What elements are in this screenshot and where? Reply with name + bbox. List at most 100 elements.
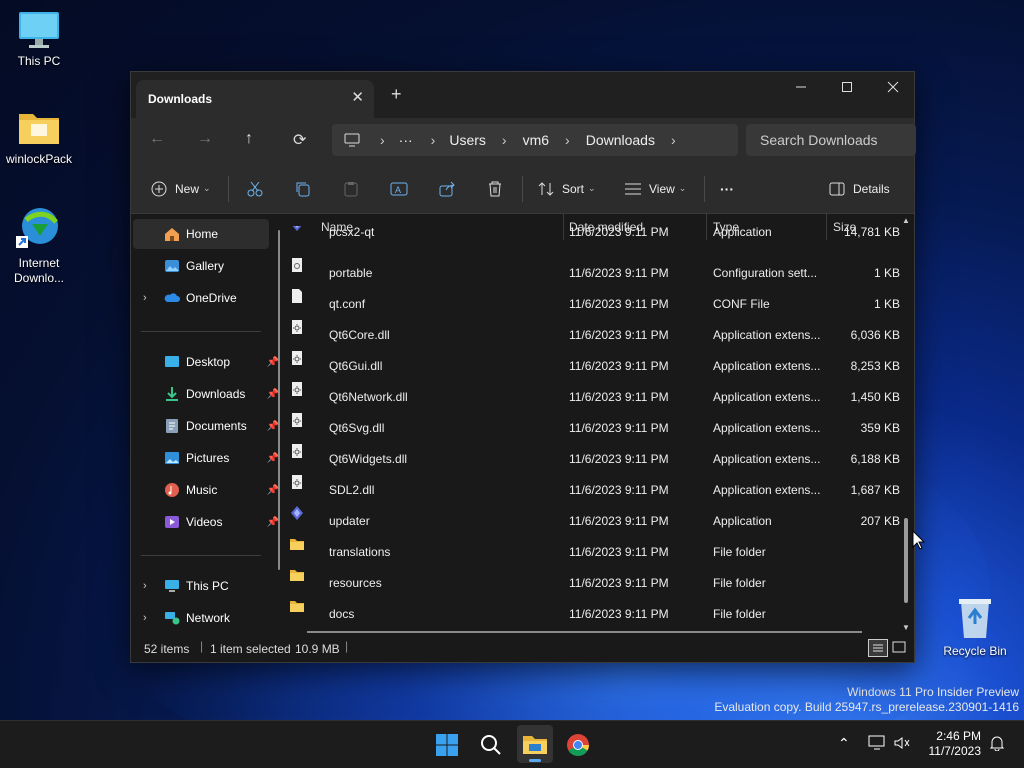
file-type: Application extens...: [713, 452, 821, 466]
paste-button[interactable]: [343, 181, 359, 197]
breadcrumb-users[interactable]: Users: [449, 132, 486, 148]
up-button[interactable]: ↑: [245, 130, 253, 148]
file-name: Qt6Gui.dll: [329, 359, 383, 373]
forward-button[interactable]: →: [197, 130, 213, 148]
file-row[interactable]: Qt6Gui.dll 11/6/2023 9:11 PM Application e…: [289, 350, 902, 381]
file-type: Application extens...: [713, 359, 821, 373]
vertical-scrollbar[interactable]: ▲ ▼: [902, 216, 910, 632]
breadcrumb-downloads[interactable]: Downloads: [586, 132, 655, 148]
file-row[interactable]: Qt6Network.dll 11/6/2023 9:11 PM Applicati…: [289, 381, 902, 412]
sidebar-item-network[interactable]: › Network: [133, 603, 269, 633]
cloud-icon: [164, 293, 180, 302]
show-hidden-icons-button[interactable]: ⌃: [838, 735, 850, 752]
details-view-button[interactable]: [868, 639, 888, 657]
breadcrumb-vm6[interactable]: vm6: [523, 132, 549, 148]
file-size: 1 KB: [873, 297, 900, 311]
volume-icon[interactable]: [893, 735, 911, 754]
file-size: 1,450 KB: [850, 390, 900, 404]
scrollbar-thumb[interactable]: [904, 518, 908, 603]
address-bar[interactable]: › ··· › Users › vm6 › Downloads ›: [332, 124, 738, 156]
desktop-icon: [165, 356, 179, 367]
copy-button[interactable]: [295, 181, 311, 197]
file-row[interactable]: docs 11/6/2023 9:11 PM File folder: [289, 598, 902, 629]
clock[interactable]: 2:46 PM 11/7/2023: [925, 729, 982, 759]
desktop-icon-internet-download[interactable]: Internet Downlo...: [0, 202, 79, 286]
file-row[interactable]: translations 11/6/2023 9:11 PM File folder: [289, 536, 902, 567]
sidebar-item-gallery[interactable]: Gallery: [133, 251, 269, 281]
sidebar-item-this-pc[interactable]: › This PC: [133, 571, 269, 601]
file-row[interactable]: SDL2.dll 11/6/2023 9:11 PM Application ext…: [289, 474, 902, 505]
desktop-icon-winlockpack[interactable]: winlockPack: [0, 108, 79, 167]
minimize-button[interactable]: [778, 72, 824, 102]
view-button[interactable]: View ⌄: [625, 182, 686, 196]
sidebar-item-onedrive[interactable]: › OneDrive: [133, 283, 269, 313]
divider: [141, 555, 261, 556]
sort-button[interactable]: Sort ⌄: [538, 181, 596, 197]
plus-circle-icon: [151, 181, 167, 196]
tiles-view-button[interactable]: [891, 639, 909, 657]
sidebar-item-documents[interactable]: Documents 📌: [133, 411, 279, 441]
file-type: Application: [713, 225, 772, 239]
file-row[interactable]: Qt6Svg.dll 11/6/2023 9:11 PM Application e…: [289, 412, 902, 443]
file-size: 6,036 KB: [850, 328, 900, 342]
chevron-right-icon[interactable]: ›: [143, 292, 147, 304]
desktop-icon-recycle-bin[interactable]: Recycle Bin: [935, 596, 1015, 659]
scroll-down-icon[interactable]: ▼: [902, 623, 910, 632]
start-button[interactable]: [431, 729, 463, 761]
scroll-up-icon[interactable]: ▲: [902, 216, 910, 225]
taskbar-chrome[interactable]: [562, 729, 594, 761]
delete-button[interactable]: [487, 181, 503, 197]
file-row[interactable]: resources 11/6/2023 9:11 PM File folder: [289, 567, 902, 598]
back-button[interactable]: ←: [149, 130, 165, 148]
breadcrumb-ellipsis[interactable]: ···: [399, 132, 413, 148]
file-name: Qt6Svg.dll: [329, 421, 385, 435]
new-button[interactable]: New ⌄: [151, 181, 211, 197]
search-input[interactable]: Search Downloads: [746, 124, 916, 156]
share-button[interactable]: [439, 181, 455, 197]
refresh-button[interactable]: ⟳: [293, 130, 306, 150]
active-indicator: [529, 759, 541, 762]
cut-button[interactable]: [247, 181, 263, 197]
monitor-icon: [19, 12, 59, 48]
config-file-icon: [292, 258, 302, 272]
file-row[interactable]: Qt6Core.dll 11/6/2023 9:11 PM Application …: [289, 319, 902, 350]
close-button[interactable]: [870, 72, 916, 102]
taskbar: ⌃ 2:46 PM 11/7/2023: [0, 720, 1024, 768]
file-row[interactable]: Qt6Widgets.dll 11/6/2023 9:11 PM Applicati…: [289, 443, 902, 474]
sidebar-item-videos[interactable]: Videos 📌: [133, 507, 279, 537]
new-tab-button[interactable]: +: [391, 84, 402, 105]
chevron-right-icon[interactable]: ›: [143, 580, 147, 592]
chevron-right-icon: ›: [380, 132, 385, 148]
file-row[interactable]: qt.conf 11/6/2023 9:11 PM CONF File 1 KB: [289, 288, 902, 319]
details-pane-button[interactable]: Details: [829, 182, 890, 196]
file-row[interactable]: portable 11/6/2023 9:11 PM Configuration s…: [289, 257, 902, 288]
sidebar-item-desktop[interactable]: Desktop 📌: [133, 347, 279, 377]
file-icon: [292, 289, 302, 303]
sidebar-scrollbar[interactable]: [278, 230, 280, 570]
more-options-button[interactable]: ···: [720, 181, 734, 197]
sidebar-item-music[interactable]: Music 📌: [133, 475, 279, 505]
network-status-icon[interactable]: [868, 735, 886, 754]
sidebar-item-downloads[interactable]: Downloads 📌: [133, 379, 279, 409]
horizontal-scrollbar[interactable]: [307, 631, 862, 633]
file-size: 1 KB: [873, 266, 900, 280]
file-row[interactable]: updater 11/6/2023 9:11 PM Application 207 K…: [289, 505, 902, 536]
view-icon: [625, 183, 641, 194]
notifications-button[interactable]: [989, 735, 1005, 754]
minimize-icon: [796, 86, 806, 88]
sidebar-item-pictures[interactable]: Pictures 📌: [133, 443, 279, 473]
tab-downloads[interactable]: Downloads ✕: [136, 80, 374, 118]
chevron-right-icon[interactable]: ›: [143, 612, 147, 624]
desktop-icon-this-pc[interactable]: This PC: [0, 10, 79, 69]
gallery-icon: [165, 260, 179, 272]
file-size: 8,253 KB: [850, 359, 900, 373]
close-tab-icon[interactable]: ✕: [351, 88, 364, 106]
download-icon: [166, 387, 178, 401]
divider: [522, 176, 523, 202]
recycle-bin-icon: [959, 599, 991, 638]
taskbar-file-explorer[interactable]: [517, 725, 553, 763]
maximize-button[interactable]: [824, 72, 870, 102]
sidebar-item-home[interactable]: Home: [133, 219, 269, 249]
search-button[interactable]: [475, 729, 507, 761]
rename-button[interactable]: A: [390, 181, 408, 197]
